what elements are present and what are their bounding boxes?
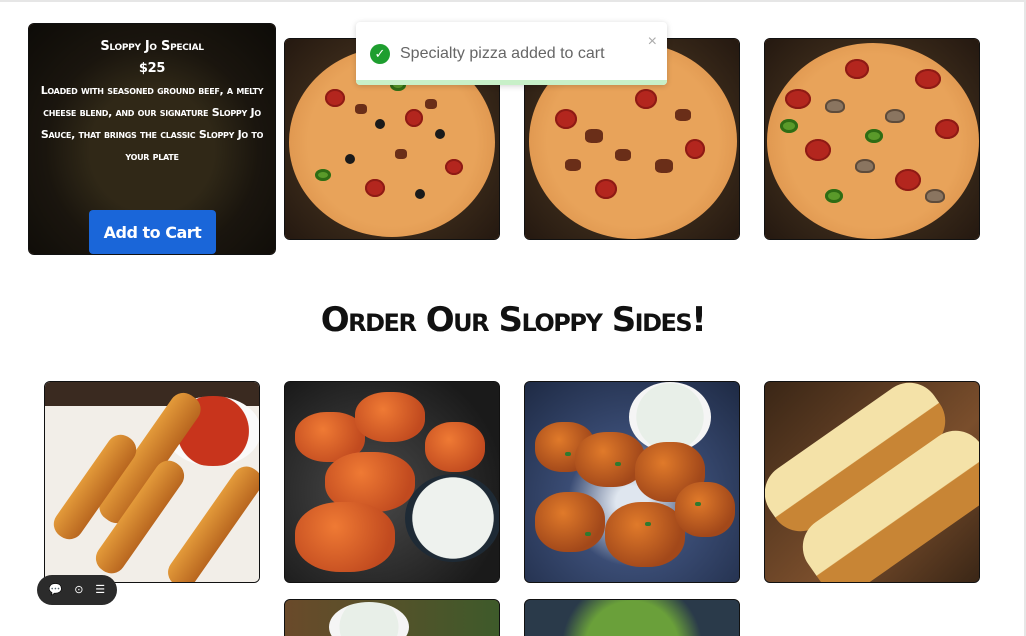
topping-shape <box>635 89 657 109</box>
sauce-bowl-shape <box>405 474 499 562</box>
topping-shape <box>865 129 883 143</box>
side-image <box>525 600 739 636</box>
toggle-icon[interactable]: ⊙ <box>74 584 83 596</box>
side-card[interactable] <box>284 599 500 636</box>
topping-shape <box>615 149 631 161</box>
side-shape <box>605 502 685 567</box>
check-circle-icon: ✓ <box>370 44 390 64</box>
toast-progress-bar <box>356 80 667 85</box>
herb-shape <box>695 502 701 506</box>
side-card[interactable] <box>524 381 740 583</box>
topping-shape <box>365 179 385 197</box>
side-shape <box>675 482 735 537</box>
featured-text-block: Sloppy Jo Special $25 Loaded with season… <box>39 36 265 168</box>
topping-shape <box>395 149 407 159</box>
chat-bubble-icon[interactable]: 💬 <box>49 584 63 596</box>
topping-shape <box>675 109 691 121</box>
topping-shape <box>435 129 445 139</box>
topping-shape <box>685 139 705 159</box>
topping-shape <box>895 169 921 191</box>
topping-shape <box>375 119 385 129</box>
topping-shape <box>825 189 843 203</box>
page-top-border <box>0 0 1026 2</box>
herb-shape <box>585 532 591 536</box>
menu-icon[interactable]: ☰ <box>95 584 105 596</box>
topping-shape <box>915 69 941 89</box>
topping-shape <box>325 89 345 107</box>
topping-shape <box>845 59 869 79</box>
toast-message: Specialty pizza added to cart <box>400 45 605 62</box>
side-shape <box>425 422 485 472</box>
topping-shape <box>855 159 875 173</box>
topping-shape <box>415 189 425 199</box>
topping-shape <box>585 129 603 143</box>
topping-shape <box>785 89 811 109</box>
topping-shape <box>595 179 617 199</box>
side-shape <box>355 392 425 442</box>
topping-shape <box>425 99 437 109</box>
sides-section-title: Order Our Sloppy Sides! <box>320 300 707 340</box>
side-shape <box>295 502 395 572</box>
topping-shape <box>935 119 959 139</box>
topping-shape <box>345 154 355 164</box>
topping-shape <box>885 109 905 123</box>
herb-shape <box>615 462 621 466</box>
featured-title: Sloppy Jo Special <box>100 39 204 54</box>
cart-toast-notification: ✓ Specialty pizza added to cart × <box>356 22 667 85</box>
side-card[interactable] <box>284 381 500 583</box>
topping-shape <box>780 119 798 133</box>
featured-price: $25 <box>138 61 166 76</box>
side-shape <box>535 492 605 552</box>
herb-shape <box>565 452 571 456</box>
pizza-card[interactable] <box>764 38 980 240</box>
topping-shape <box>355 104 367 114</box>
topping-shape <box>565 159 581 171</box>
featured-description: Loaded with seasoned ground beef, a melt… <box>40 84 264 163</box>
side-card[interactable] <box>764 381 980 583</box>
featured-pizza-card[interactable]: Sloppy Jo Special $25 Loaded with season… <box>28 23 276 255</box>
topping-shape <box>805 139 831 161</box>
close-icon[interactable]: × <box>648 34 657 50</box>
side-card[interactable] <box>44 381 260 583</box>
topping-shape <box>925 189 945 203</box>
topping-shape <box>315 169 331 181</box>
floating-toolbar: 💬 ⊙ ☰ <box>37 575 117 605</box>
topping-shape <box>555 109 577 129</box>
add-to-cart-button[interactable]: Add to Cart <box>89 210 216 254</box>
side-card[interactable] <box>524 599 740 636</box>
topping-shape <box>405 109 423 127</box>
herb-shape <box>645 522 651 526</box>
topping-shape <box>655 159 673 173</box>
topping-shape <box>825 99 845 113</box>
topping-shape <box>445 159 463 175</box>
